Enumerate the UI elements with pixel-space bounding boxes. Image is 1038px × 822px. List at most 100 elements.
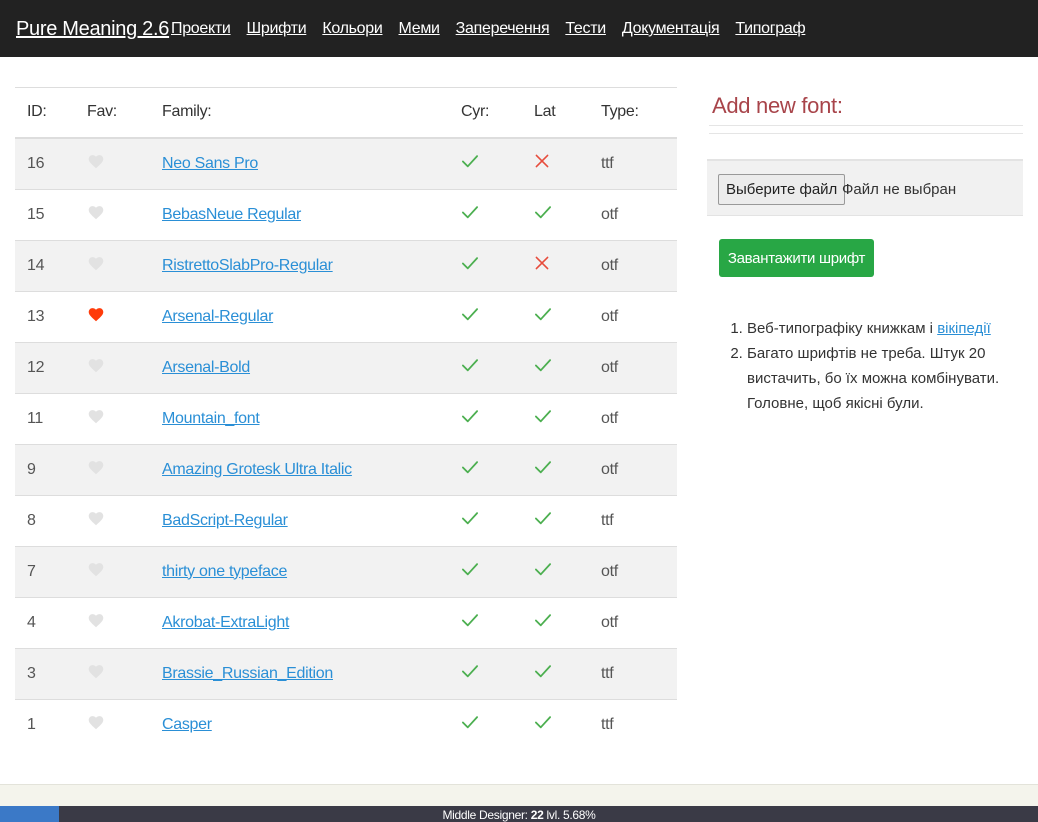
font-type: ttf xyxy=(601,494,677,546)
check-icon xyxy=(461,357,481,375)
font-type: otf xyxy=(601,239,677,291)
table-row: 3 Brassie_Russian_Edition ttf xyxy=(15,647,677,699)
font-id: 7 xyxy=(15,545,87,597)
add-font-title: Add new font: xyxy=(712,93,843,118)
nav-link-docs[interactable]: Документація xyxy=(622,20,720,37)
font-id: 14 xyxy=(15,239,87,291)
font-family-link[interactable]: thirty one typeface xyxy=(162,563,287,580)
brand-link[interactable]: Pure Meaning 2.6 xyxy=(16,18,169,41)
font-id: 1 xyxy=(15,698,87,750)
font-type: otf xyxy=(601,341,677,393)
check-icon xyxy=(461,714,481,732)
header-fav: Fav: xyxy=(87,103,117,121)
top-navbar: Pure Meaning 2.6 Проекти Шрифти Кольори Мем… xyxy=(0,0,1038,57)
font-id: 13 xyxy=(15,290,87,342)
heart-icon[interactable] xyxy=(87,561,107,579)
heart-icon[interactable] xyxy=(87,459,107,477)
heart-icon[interactable] xyxy=(87,153,107,171)
level-suffix: lvl. 5.68% xyxy=(543,808,596,822)
table-row: 14 RistrettoSlabPro-Regular otf xyxy=(15,239,677,291)
nav-link-colors[interactable]: Кольори xyxy=(322,20,382,37)
check-icon xyxy=(461,459,481,477)
level-status: Middle Designer: 22 lvl. 5.68% xyxy=(0,808,1038,822)
nav-links: Проекти Шрифти Кольори Меми Заперечення Тести… xyxy=(171,20,821,38)
fonts-table: ID: Fav: Family: Cyr: Lat Type: 16 Neo Sa… xyxy=(15,87,677,750)
notes-list: Веб-типографіку книжкам і вікіпедії Бага… xyxy=(732,316,1017,416)
table-row: 8 BadScript-Regular ttf xyxy=(15,494,677,546)
font-family-link[interactable]: Casper xyxy=(162,716,212,733)
nav-link-memes[interactable]: Меми xyxy=(399,20,440,37)
font-family-link[interactable]: Amazing Grotesk Ultra Italic xyxy=(162,461,352,478)
font-id: 12 xyxy=(15,341,87,393)
check-icon xyxy=(461,510,481,528)
note-text: Веб-типографіку книжкам і xyxy=(747,320,938,337)
font-family-link[interactable]: RistrettoSlabPro-Regular xyxy=(162,257,333,274)
check-icon xyxy=(461,204,481,222)
check-icon xyxy=(534,408,554,426)
heart-icon[interactable] xyxy=(87,357,107,375)
check-icon xyxy=(534,663,554,681)
font-type: otf xyxy=(601,443,677,495)
footer xyxy=(0,784,1038,807)
table-row: 12 Arsenal-Bold otf xyxy=(15,341,677,393)
check-icon xyxy=(461,663,481,681)
table-row: 11 Mountain_font otf xyxy=(15,392,677,444)
check-icon xyxy=(534,357,554,375)
heart-icon[interactable] xyxy=(87,255,107,273)
font-type: otf xyxy=(601,596,677,648)
table-row: 7 thirty one typeface otf xyxy=(15,545,677,597)
heart-icon[interactable] xyxy=(87,714,107,732)
font-family-link[interactable]: BebasNeue Regular xyxy=(162,206,301,223)
check-icon xyxy=(534,306,554,324)
nav-link-projects[interactable]: Проекти xyxy=(171,20,231,37)
divider xyxy=(709,133,1023,134)
table-row: 4 Akrobat-ExtraLight otf xyxy=(15,596,677,648)
upload-font-button[interactable]: Завантажити шрифт xyxy=(719,239,874,277)
heart-filled-icon[interactable] xyxy=(87,306,107,324)
font-id: 8 xyxy=(15,494,87,546)
check-icon xyxy=(534,204,554,222)
nav-link-fonts[interactable]: Шрифти xyxy=(247,20,307,37)
cross-icon xyxy=(534,255,554,273)
level-value: 22 xyxy=(530,808,544,822)
check-icon xyxy=(461,561,481,579)
nav-link-objections[interactable]: Заперечення xyxy=(456,20,550,37)
heart-icon[interactable] xyxy=(87,663,107,681)
heart-icon[interactable] xyxy=(87,204,107,222)
heart-icon[interactable] xyxy=(87,408,107,426)
font-family-link[interactable]: Mountain_font xyxy=(162,410,260,427)
font-type: otf xyxy=(601,545,677,597)
font-family-link[interactable]: BadScript-Regular xyxy=(162,512,288,529)
heart-icon[interactable] xyxy=(87,612,107,630)
font-type: ttf xyxy=(601,698,677,750)
check-icon xyxy=(534,612,554,630)
table-row: 15 BebasNeue Regular otf xyxy=(15,188,677,240)
font-family-link[interactable]: Brassie_Russian_Edition xyxy=(162,665,333,682)
choose-file-button[interactable]: Выберите файл xyxy=(718,174,846,205)
check-icon xyxy=(461,408,481,426)
header-cyr: Cyr: xyxy=(461,103,490,121)
font-id: 3 xyxy=(15,647,87,699)
table-row: 1 Casper ttf xyxy=(15,698,677,750)
check-icon xyxy=(461,612,481,630)
table-body: 16 Neo Sans Pro ttf 15 BebasNeue Regular otf 1… xyxy=(15,137,677,750)
nav-link-typograph[interactable]: Типограф xyxy=(735,20,805,37)
font-family-link[interactable]: Arsenal-Bold xyxy=(162,359,250,376)
file-status-text: Файл не выбран xyxy=(842,181,957,198)
font-family-link[interactable]: Arsenal-Regular xyxy=(162,308,273,325)
font-family-link[interactable]: Neo Sans Pro xyxy=(162,155,258,172)
check-icon xyxy=(534,459,554,477)
header-type: Type: xyxy=(601,103,639,121)
font-family-link[interactable]: Akrobat-ExtraLight xyxy=(162,614,289,631)
divider xyxy=(709,125,1023,126)
font-type: ttf xyxy=(601,137,677,189)
font-id: 11 xyxy=(15,392,87,444)
font-id: 4 xyxy=(15,596,87,648)
check-icon xyxy=(534,561,554,579)
file-upload-box: Выберите файл Файл не выбран xyxy=(707,159,1023,216)
nav-link-tests[interactable]: Тести xyxy=(565,20,606,37)
heart-icon[interactable] xyxy=(87,510,107,528)
check-icon xyxy=(534,510,554,528)
font-type: ttf xyxy=(601,647,677,699)
wikipedia-link[interactable]: вікіпедії xyxy=(937,320,991,337)
